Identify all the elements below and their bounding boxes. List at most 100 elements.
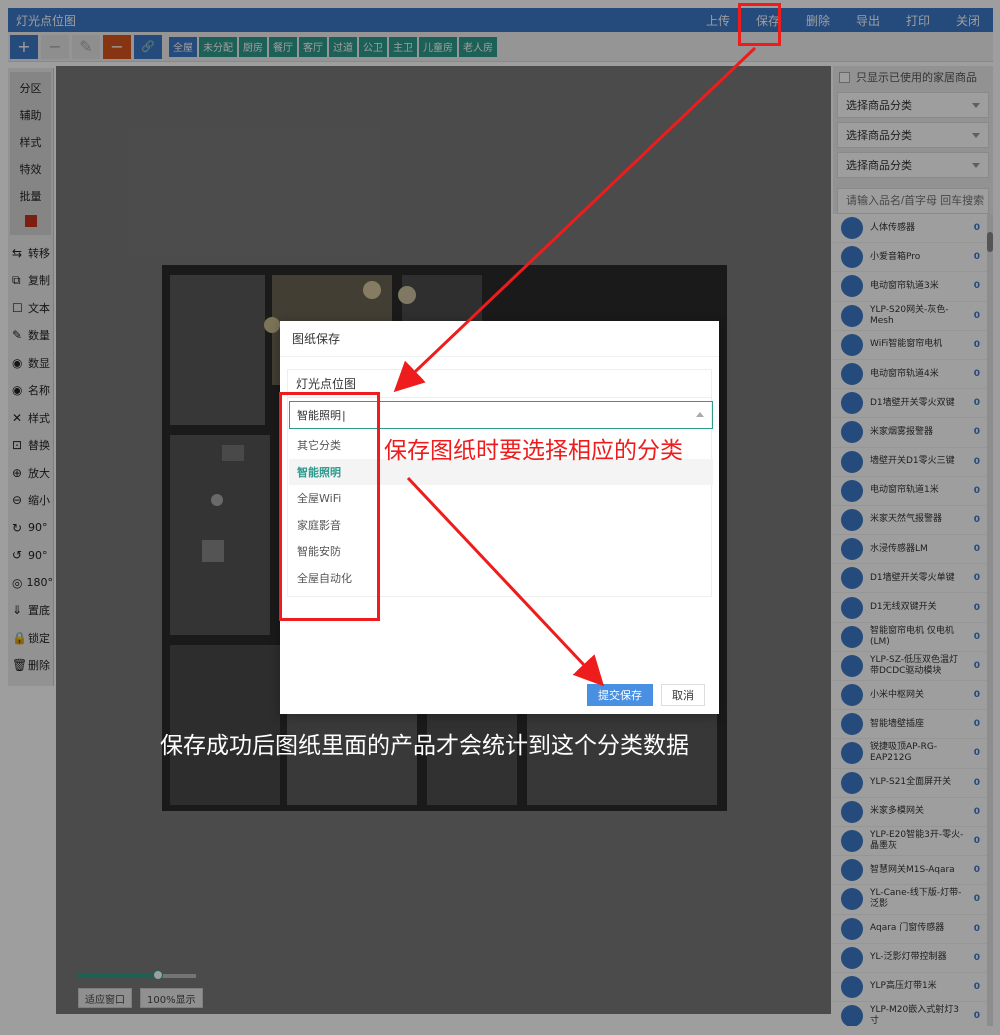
zoom-in-icon: ⊕: [12, 465, 23, 480]
product-thumbnail: [841, 654, 863, 677]
highlight-save-box: [738, 3, 781, 46]
product-list-scrollbar[interactable]: [987, 214, 993, 1026]
submit-save-button[interactable]: 提交保存: [587, 684, 653, 706]
fit-window-button[interactable]: 适应窗口: [78, 988, 132, 1008]
product-item[interactable]: YLP-S21全面屏开关 0: [833, 769, 993, 798]
tool-action[interactable]: ⊡ 替换: [8, 432, 53, 460]
product-item[interactable]: YLP-E20智能3开-零火-晶墨灰 0: [833, 827, 993, 857]
room-tag[interactable]: 公卫: [359, 36, 387, 57]
only-used-filter[interactable]: 只显示已使用的家居商品: [833, 66, 993, 88]
minus-icon[interactable]: −: [41, 34, 69, 59]
product-item[interactable]: 智能窗帘电机 仅电机(LM) 0: [833, 623, 993, 652]
tool-action[interactable]: ↺ 90°: [8, 542, 53, 570]
room-tag[interactable]: 儿童房: [419, 36, 457, 57]
tool-action-label: 数量: [28, 329, 50, 343]
tool-action[interactable]: ✎ 数量: [8, 322, 53, 350]
tool-action[interactable]: ⇆ 转移: [8, 239, 53, 267]
tool-action[interactable]: ✕ 样式: [8, 404, 53, 432]
tool-action[interactable]: ◎ 180°: [8, 569, 53, 597]
tool-auxiliary[interactable]: 辅助: [10, 101, 51, 128]
product-item[interactable]: 米家烟雾报警器 0: [833, 418, 993, 448]
product-name: 墙壁开关D1零火三键: [870, 456, 955, 467]
product-item[interactable]: YL-Cane-线下版-灯带-泛影 0: [833, 885, 993, 915]
rotate-ccw-icon: ↺: [12, 548, 23, 563]
tool-action[interactable]: ◉ 数显: [8, 349, 53, 377]
tool-action[interactable]: 🔒 锁定: [8, 624, 53, 652]
product-item[interactable]: 电动窗帘轨道4米 0: [833, 360, 993, 390]
room-tag[interactable]: 餐厅: [269, 36, 297, 57]
cancel-button[interactable]: 取消: [661, 684, 705, 706]
tool-action[interactable]: ☐ 文本: [8, 294, 53, 322]
tool-partition[interactable]: 分区: [10, 74, 51, 101]
room-tag-all[interactable]: 全屋: [169, 36, 197, 57]
product-name: 水浸传感器LM: [870, 543, 928, 554]
product-item[interactable]: 小米中枢网关 0: [833, 681, 993, 711]
product-item[interactable]: YLP-M20嵌入式射灯3寸 0: [833, 1002, 993, 1026]
menu-print[interactable]: 打印: [893, 12, 943, 29]
tool-action-label: 数显: [28, 356, 50, 370]
category-select-1[interactable]: 选择商品分类: [837, 92, 989, 118]
tool-action[interactable]: ⊖ 缩小: [8, 487, 53, 515]
product-item[interactable]: 小爱音箱Pro 0: [833, 243, 993, 273]
tool-style[interactable]: 样式: [10, 128, 51, 155]
product-thumbnail: [841, 975, 863, 998]
product-item[interactable]: WiFi智能窗帘电机 0: [833, 331, 993, 360]
product-item[interactable]: 米家多模网关 0: [833, 798, 993, 827]
product-item[interactable]: 墙壁开关D1零火三键 0: [833, 448, 993, 477]
product-item[interactable]: 人体传感器 0: [833, 214, 993, 244]
category-select-2[interactable]: 选择商品分类: [837, 122, 989, 148]
pencil-icon[interactable]: ✎: [72, 34, 100, 59]
room-tag[interactable]: 主卫: [389, 36, 417, 57]
plus-icon[interactable]: +: [10, 34, 38, 59]
tool-action[interactable]: ◉ 名称: [8, 377, 53, 405]
product-thumbnail: [841, 742, 863, 765]
scrollbar-thumb[interactable]: [987, 232, 993, 252]
product-item[interactable]: Aqara 门窗传感器 0: [833, 915, 993, 944]
product-item[interactable]: D1墙壁开关零火单键 0: [833, 564, 993, 594]
product-item[interactable]: 米家天然气报警器 0: [833, 506, 993, 536]
link-icon[interactable]: 🔗: [134, 34, 162, 59]
menu-close[interactable]: 关闭: [943, 12, 993, 29]
product-name: 智能墙壁插座: [870, 718, 925, 729]
product-search-input[interactable]: [837, 188, 989, 214]
room-tag[interactable]: 客厅: [299, 36, 327, 57]
product-name: 智慧网关M1S-Aqara: [870, 864, 955, 875]
menu-export[interactable]: 导出: [843, 12, 893, 29]
rotate-180-icon: ◎: [12, 575, 23, 590]
product-item[interactable]: YL-泛影灯带控制器 0: [833, 944, 993, 973]
tool-action-label: 锁定: [28, 631, 50, 645]
zoom-slider[interactable]: [78, 970, 196, 980]
product-item[interactable]: 电动窗帘轨道3米 0: [833, 272, 993, 302]
menu-delete[interactable]: 删除: [793, 12, 843, 29]
product-item[interactable]: D1墙壁开关零火双键 0: [833, 389, 993, 419]
menu-upload[interactable]: 上传: [693, 12, 743, 29]
product-item[interactable]: YLP-SZ-低压双色温灯带DCDC驱动模块 0: [833, 652, 993, 681]
tool-action[interactable]: ⊕ 放大: [8, 459, 53, 487]
product-item[interactable]: 水浸传感器LM 0: [833, 535, 993, 565]
room-tag[interactable]: 未分配: [199, 36, 237, 57]
tool-action[interactable]: 🗑 删除: [8, 652, 53, 680]
zoom-slider-thumb[interactable]: [153, 970, 164, 980]
product-item[interactable]: YLP高压灯带1米 0: [833, 973, 993, 1003]
tool-batch[interactable]: 批量: [10, 182, 51, 209]
product-item[interactable]: YLP-S20网关-灰色-Mesh 0: [833, 302, 993, 331]
tool-action[interactable]: ↻ 90°: [8, 514, 53, 542]
room-tag[interactable]: 过道: [329, 36, 357, 57]
room-tag[interactable]: 老人房: [459, 36, 497, 57]
product-item[interactable]: 智能墙壁插座 0: [833, 710, 993, 740]
tool-action[interactable]: ⇓ 置底: [8, 597, 53, 625]
product-item[interactable]: D1无线双键开关 0: [833, 593, 993, 623]
product-item[interactable]: 电动窗帘轨道1米 0: [833, 477, 993, 506]
product-item[interactable]: 智慧网关M1S-Aqara 0: [833, 856, 993, 886]
room-tag[interactable]: 厨房: [239, 36, 267, 57]
tool-action[interactable]: ⧉ 复制: [8, 267, 53, 295]
remove-icon[interactable]: −: [103, 34, 131, 59]
color-swatch[interactable]: [24, 215, 37, 227]
chevron-down-icon: [972, 133, 980, 138]
category-select-3[interactable]: 选择商品分类: [837, 152, 989, 178]
actual-size-button[interactable]: 100%显示: [140, 988, 203, 1008]
product-item[interactable]: 锐捷吸顶AP-RG-EAP212G 0: [833, 739, 993, 769]
tool-effects[interactable]: 特效: [10, 155, 51, 182]
product-thumbnail: [841, 275, 863, 298]
checkbox[interactable]: [839, 71, 850, 83]
